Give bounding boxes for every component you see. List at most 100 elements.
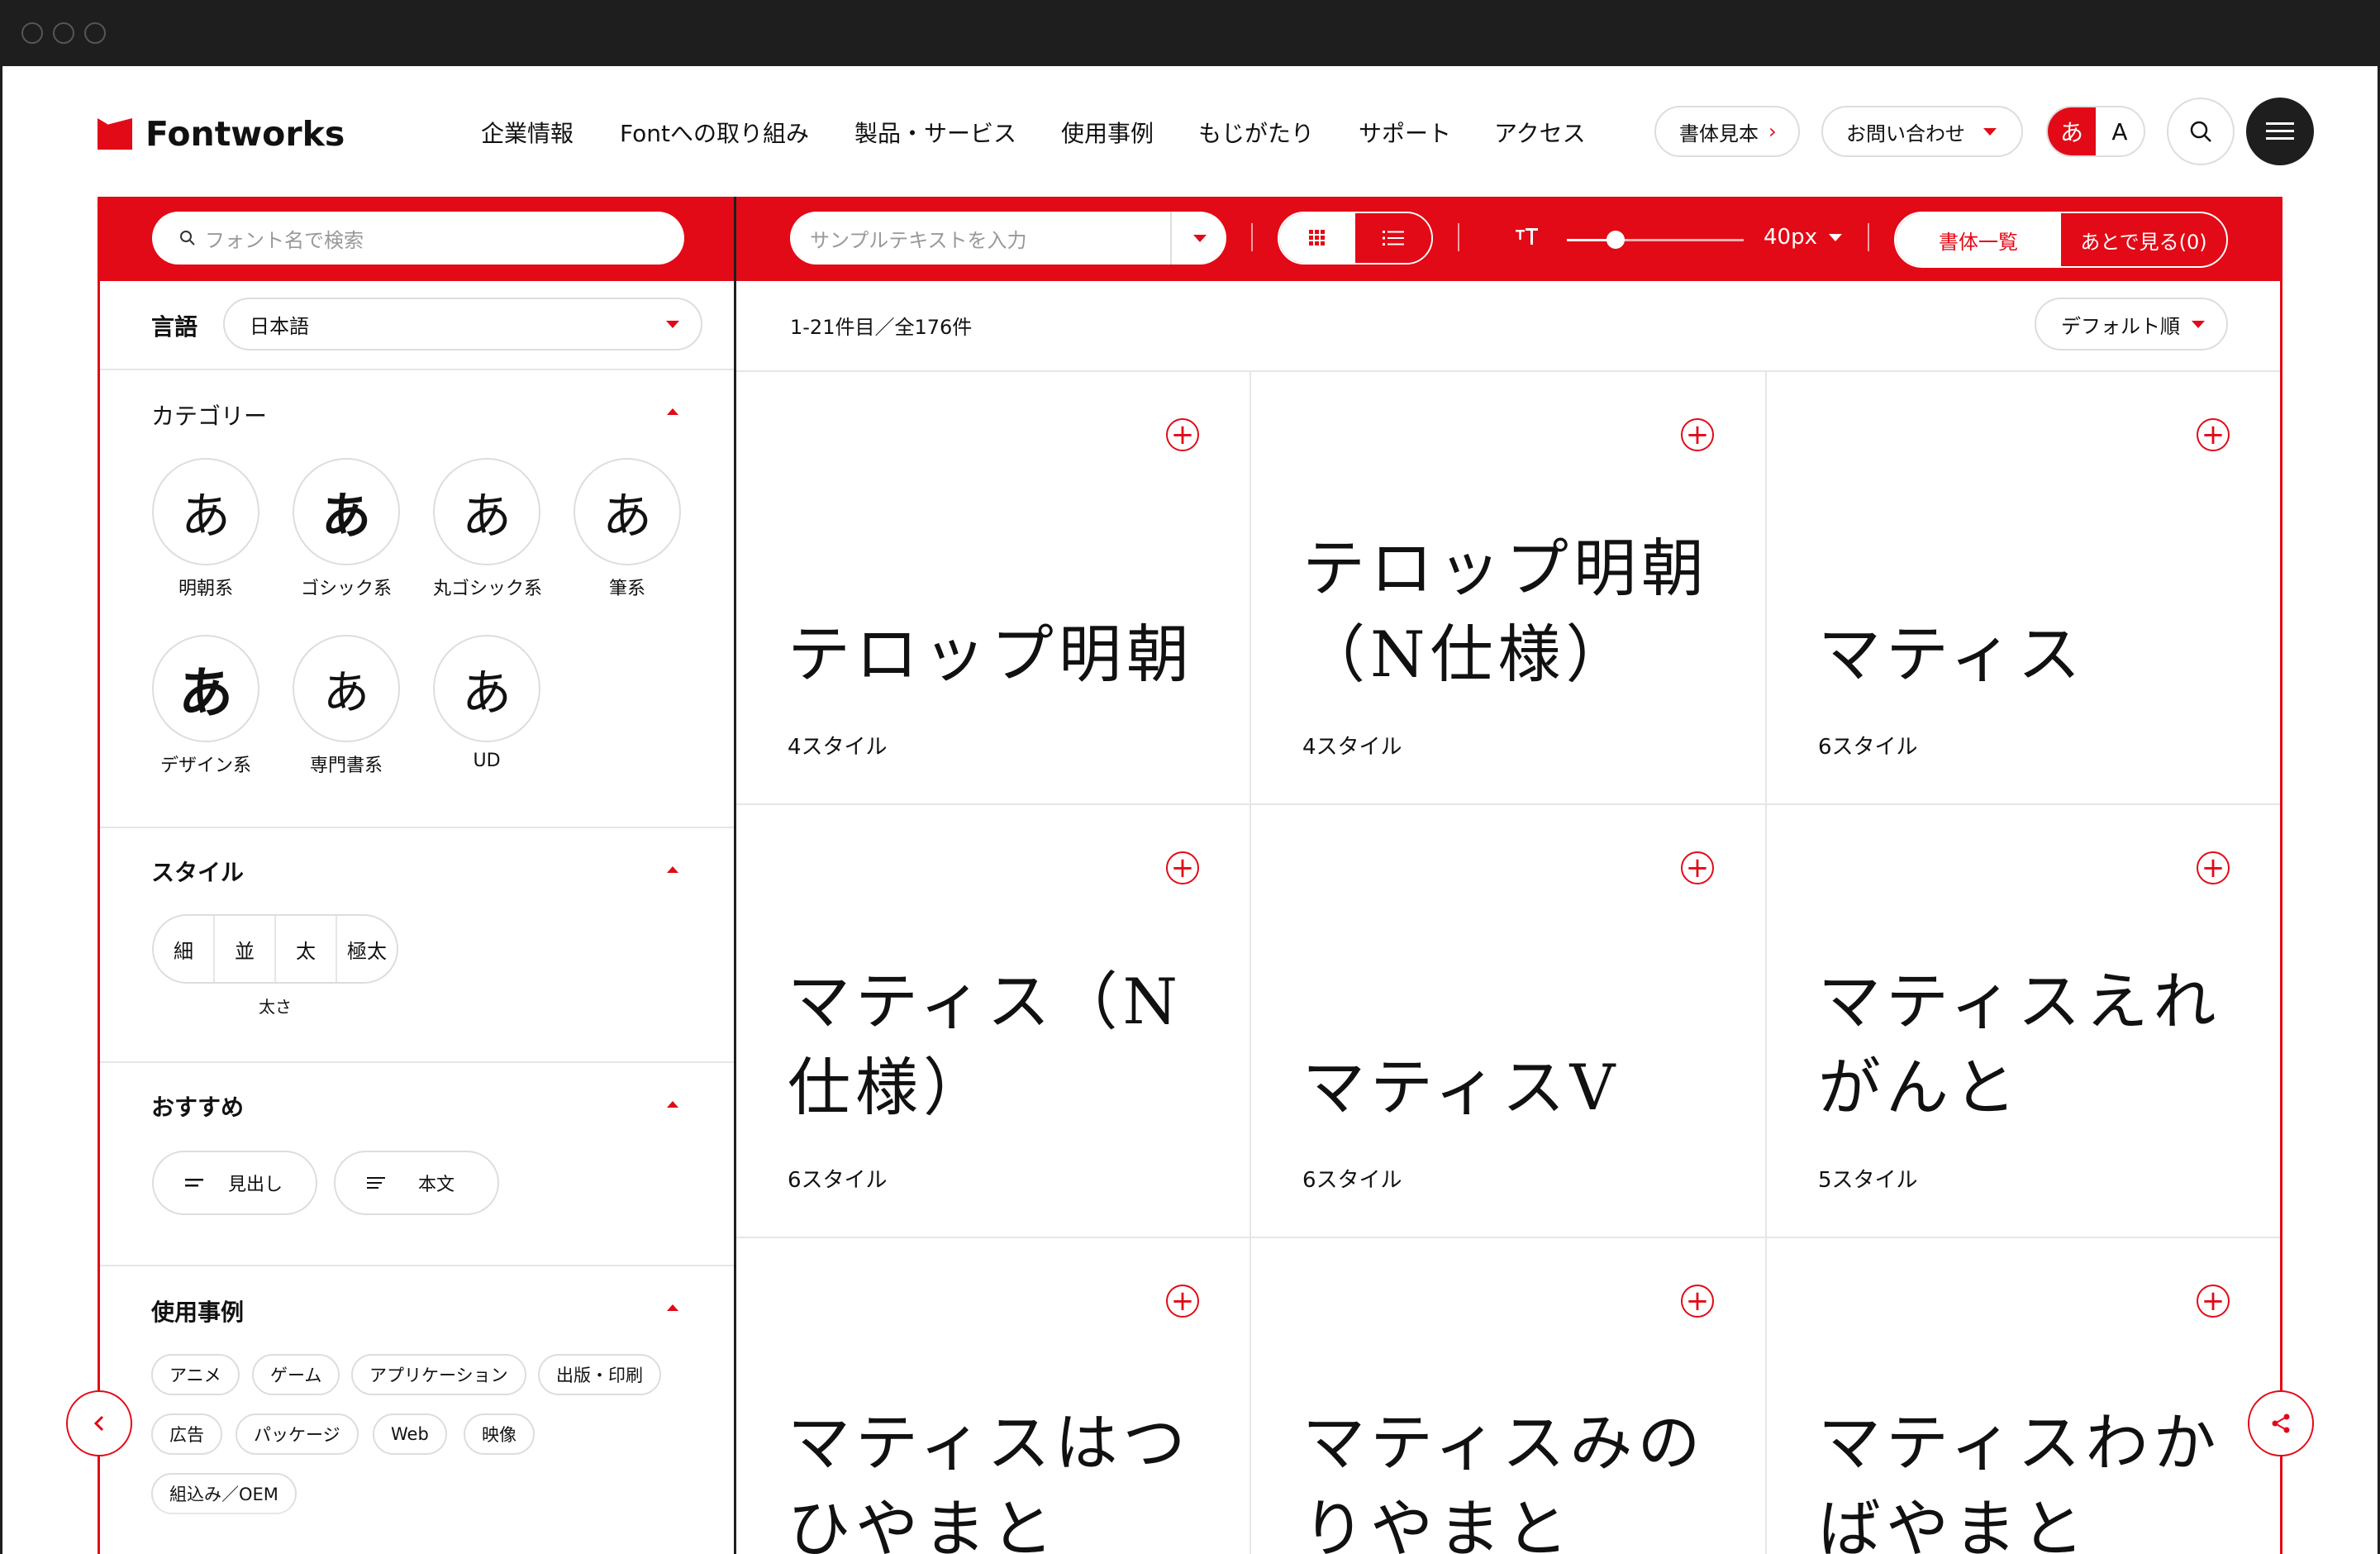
add-later-icon[interactable]: + <box>2197 851 2230 884</box>
collapse-icon[interactable] <box>667 1101 678 1108</box>
font-card[interactable]: + マティス（N 仕様） 6スタイル <box>736 805 1250 1237</box>
font-card[interactable]: + マティスえれ がんと 5スタイル <box>1767 805 2281 1237</box>
window-minimize-icon[interactable] <box>53 22 74 44</box>
add-later-icon[interactable]: + <box>1166 851 1199 884</box>
collapse-icon[interactable] <box>667 1304 678 1311</box>
sort-select[interactable]: デフォルト順 <box>2035 298 2228 350</box>
nav-mojigatari[interactable]: もじがたり <box>1198 116 1314 149</box>
collapse-icon[interactable] <box>667 866 678 873</box>
site-logo[interactable]: Fontworks <box>98 114 345 154</box>
caret-down-icon <box>2192 321 2205 328</box>
usecase-web[interactable]: Web <box>373 1413 447 1455</box>
category-label: 筆系 <box>608 579 645 599</box>
category-ud[interactable]: あ UD <box>433 635 540 771</box>
chevron-right-icon: › <box>1768 120 1777 143</box>
category-label: カテゴリー <box>151 403 268 430</box>
add-later-icon[interactable]: + <box>2197 418 2230 451</box>
nav-products[interactable]: 製品・サービス <box>854 116 1016 149</box>
category-label: デザイン系 <box>159 756 251 776</box>
recommend-label: おすすめ <box>151 1094 245 1121</box>
window-zoom-icon[interactable] <box>84 22 106 44</box>
font-size-select[interactable]: 40px <box>1764 225 1842 250</box>
usecase-application[interactable]: アプリケーション <box>351 1354 526 1395</box>
maru-gothic-glyph: あ <box>433 458 540 565</box>
search-button[interactable] <box>2167 98 2235 165</box>
weight-bold[interactable]: 太 <box>276 916 337 982</box>
recommend-body-button[interactable]: 本文 <box>334 1151 499 1215</box>
font-name: テロップ明朝 （N仕様） <box>1302 532 1709 691</box>
nav-support[interactable]: サポート <box>1359 116 1451 149</box>
recommend-heading-label: 見出し <box>228 1175 283 1195</box>
add-later-icon[interactable]: + <box>1166 1285 1199 1318</box>
font-card[interactable]: + マティスV 6スタイル <box>1251 805 1765 1237</box>
body-lines-icon <box>367 1177 385 1189</box>
list-tabs: 書体一覧 あとで見る(0) <box>1894 212 2228 268</box>
weight-regular[interactable]: 並 <box>215 916 276 982</box>
language-select[interactable]: 日本語 <box>223 298 702 350</box>
add-later-icon[interactable]: + <box>1166 418 1199 451</box>
contact-dropdown[interactable]: お問い合わせ <box>1821 106 2023 157</box>
category-design[interactable]: あ デザイン系 <box>152 635 259 777</box>
weight-caption: 太さ <box>259 997 292 1017</box>
sample-text-input[interactable]: サンプルテキストを入力 <box>790 212 1226 265</box>
toolbar-divider <box>1458 223 1459 251</box>
usecase-game[interactable]: ゲーム <box>252 1354 340 1395</box>
category-mincho[interactable]: あ 明朝系 <box>152 458 259 600</box>
usecase-video[interactable]: 映像 <box>464 1413 535 1455</box>
add-later-icon[interactable]: + <box>1681 418 1714 451</box>
list-view-button[interactable] <box>1355 213 1431 263</box>
font-style-count: 4スタイル <box>788 735 888 760</box>
font-style-count: 4スタイル <box>1302 735 1402 760</box>
tab-font-list[interactable]: 書体一覧 <box>1896 213 2061 266</box>
weight-thin[interactable]: 細 <box>154 916 215 982</box>
nav-access[interactable]: アクセス <box>1494 116 1586 149</box>
result-count: 1-21件目／全176件 <box>790 316 973 339</box>
sample-text-dropdown-icon[interactable] <box>1193 235 1207 242</box>
category-specialty[interactable]: あ 専門書系 <box>293 635 400 777</box>
collapse-sidebar-button[interactable] <box>66 1390 132 1456</box>
font-card[interactable]: + マティスわか ばやまと <box>1767 1238 2281 1554</box>
nav-font-initiatives[interactable]: Fontへの取り組み <box>620 116 809 149</box>
font-card[interactable]: + テロップ明朝 4スタイル <box>736 372 1250 803</box>
menu-button[interactable] <box>2246 98 2314 165</box>
font-card[interactable]: + テロップ明朝 （N仕様） 4スタイル <box>1251 372 1765 803</box>
language-value: 日本語 <box>250 314 309 338</box>
grid-view-button[interactable] <box>1279 213 1355 263</box>
category-brush[interactable]: あ 筆系 <box>574 458 681 600</box>
toolbar-divider <box>1251 223 1253 251</box>
recommend-heading-button[interactable]: 見出し <box>152 1151 317 1215</box>
sample-book-button[interactable]: 書体見本 › <box>1654 106 1800 157</box>
category-maru-gothic[interactable]: あ 丸ゴシック系 <box>433 458 542 600</box>
usecase-advertising[interactable]: 広告 <box>151 1413 222 1455</box>
font-name: マティスV <box>1302 1051 1621 1124</box>
font-size-slider-handle[interactable] <box>1606 231 1625 249</box>
weight-heavy[interactable]: 極太 <box>337 916 397 982</box>
nav-case-studies[interactable]: 使用事例 <box>1061 116 1154 149</box>
collapse-icon[interactable] <box>667 408 678 415</box>
ud-glyph: あ <box>433 635 540 742</box>
tab-watch-later[interactable]: あとで見る(0) <box>2061 213 2226 266</box>
add-later-icon[interactable]: + <box>1681 851 1714 884</box>
caret-down-icon <box>666 321 679 328</box>
style-label: スタイル <box>151 859 245 886</box>
lang-ja-button[interactable]: あ <box>2048 107 2096 155</box>
font-card[interactable]: + マティスはつ ひやまと <box>736 1238 1250 1554</box>
window-close-icon[interactable] <box>21 22 43 44</box>
lang-en-button[interactable]: A <box>2096 107 2144 155</box>
mincho-glyph: あ <box>152 458 259 565</box>
font-name: マティスみの りやまと <box>1302 1406 1706 1554</box>
add-later-icon[interactable]: + <box>2197 1285 2230 1318</box>
font-search-input[interactable]: フォント名で検索 <box>152 212 684 265</box>
usecase-package[interactable]: パッケージ <box>236 1413 359 1455</box>
category-gothic[interactable]: あ ゴシック系 <box>293 458 400 600</box>
usecase-publishing[interactable]: 出版・印刷 <box>538 1354 661 1395</box>
design-glyph: あ <box>152 635 259 742</box>
usecase-anime[interactable]: アニメ <box>151 1354 240 1395</box>
font-card[interactable]: + マティスみの りやまと <box>1251 1238 1765 1554</box>
font-card[interactable]: + マティス 6スタイル <box>1767 372 2281 803</box>
nav-company[interactable]: 企業情報 <box>481 116 574 149</box>
font-size-value: 40px <box>1764 225 1817 250</box>
chevron-left-icon <box>93 1415 104 1432</box>
font-name: マティスはつ ひやまと <box>788 1406 1191 1554</box>
add-later-icon[interactable]: + <box>1681 1285 1714 1318</box>
